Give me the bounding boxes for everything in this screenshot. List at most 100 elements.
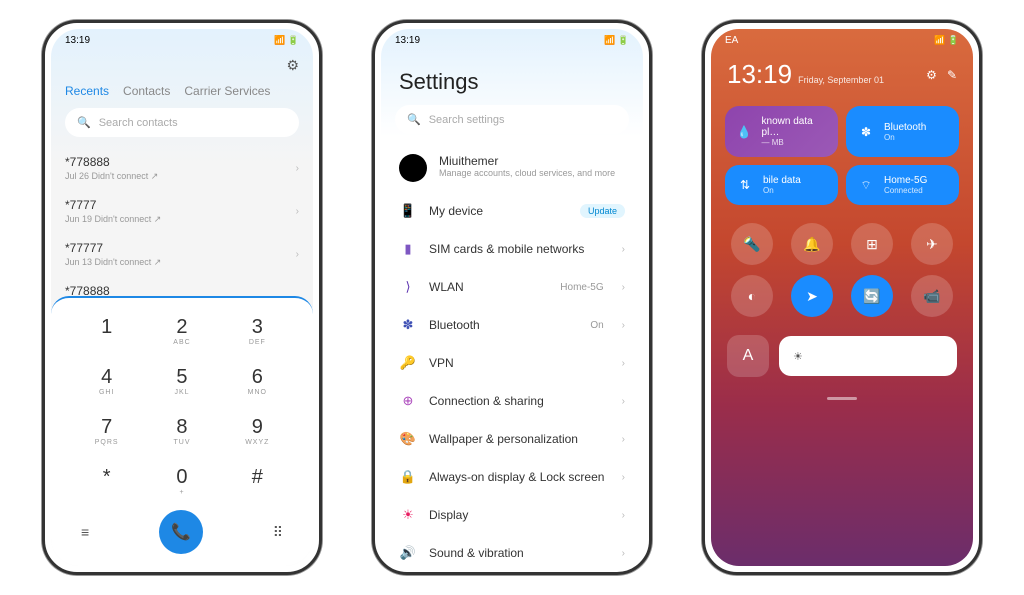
status-bar: 13:19 📶 🔋 — [381, 29, 643, 51]
settings-icon: ✽ — [399, 316, 417, 334]
dialpad-key-4[interactable]: 4GHI — [71, 358, 142, 404]
tile-bluetooth[interactable]: ✽ Bluetooth On — [846, 106, 959, 157]
dialpad-toggle-icon[interactable]: ⠿ — [273, 524, 283, 541]
dialpad-key-*[interactable]: * — [71, 458, 142, 504]
drop-icon: 💧 — [735, 122, 754, 142]
chevron-right-icon[interactable]: › — [296, 163, 299, 174]
cc-header: 13:19 Friday, September 01 ⚙ ✎ — [711, 51, 973, 98]
dialpad-key-5[interactable]: 5JKL — [146, 358, 217, 404]
search-icon: 🔍 — [407, 113, 421, 126]
dialpad-key-9[interactable]: 9WXYZ — [222, 408, 293, 454]
brightness-slider[interactable]: ☀ — [779, 336, 957, 376]
settings-icon: 📱 — [399, 202, 417, 220]
tab-carrier[interactable]: Carrier Services — [184, 84, 270, 98]
data-icon: ⇅ — [735, 175, 755, 195]
menu-icon[interactable]: ≡ — [81, 524, 89, 540]
status-time: 13:19 — [395, 35, 420, 46]
phone-settings: 13:19 📶 🔋 Settings 🔍 Search settings Miu… — [372, 20, 652, 575]
settings-icon: ⊕ — [399, 392, 417, 410]
cc-toggle[interactable]: ⊞ — [851, 223, 893, 265]
dialpad-key-0[interactable]: 0+ — [146, 458, 217, 504]
search-placeholder: Search settings — [429, 114, 505, 126]
status-icons: 📶 🔋 — [274, 35, 299, 46]
cc-toggle[interactable]: 🔦 — [731, 223, 773, 265]
edit-icon[interactable]: ✎ — [947, 68, 957, 82]
dialpad: 12ABC3DEF4GHI5JKL6MNO7PQRS8TUV9WXYZ*0+# … — [51, 296, 313, 566]
profile-item[interactable]: Miuithemer Manage accounts, cloud servic… — [385, 144, 639, 192]
dialpad-key-8[interactable]: 8TUV — [146, 408, 217, 454]
phone-control-center: EA 📶 🔋 13:19 Friday, September 01 ⚙ ✎ 💧 … — [702, 20, 982, 575]
status-bar: EA 📶 🔋 — [711, 29, 973, 51]
call-item[interactable]: *778888 Jul 26 Didn't connect ↗ › — [65, 147, 299, 190]
cc-toggle[interactable]: ◐ — [731, 275, 773, 317]
tab-bar: Recents Contacts Carrier Services — [51, 80, 313, 108]
settings-item[interactable]: ▮SIM cards & mobile networks› — [385, 230, 639, 268]
settings-item[interactable]: 🎨Wallpaper & personalization› — [385, 420, 639, 458]
settings-icon: 🔒 — [399, 468, 417, 486]
settings-item[interactable]: 🔊Sound & vibration› — [385, 534, 639, 566]
cc-toggle[interactable]: 📹 — [911, 275, 953, 317]
status-icons: 📶 🔋 — [934, 35, 959, 46]
call-button[interactable]: 📞 — [159, 510, 203, 554]
avatar — [399, 154, 427, 182]
status-time: 13:19 — [65, 35, 90, 46]
tile-mobile-data[interactable]: ⇅ bile data On — [725, 165, 838, 205]
status-bar: 13:19 📶 🔋 — [51, 29, 313, 51]
carrier-label: EA — [725, 35, 738, 46]
dialpad-key-2[interactable]: 2ABC — [146, 308, 217, 354]
dialpad-key-#[interactable]: # — [222, 458, 293, 504]
phone-dialer: 13:19 📶 🔋 ⚙ Recents Contacts Carrier Ser… — [42, 20, 322, 575]
settings-item[interactable]: ✽BluetoothOn› — [385, 306, 639, 344]
cc-tiles: 💧 known data pl… — MB ✽ Bluetooth On ⇅ b… — [711, 98, 973, 213]
call-item[interactable]: *77777 Jun 13 Didn't connect ↗ › — [65, 233, 299, 276]
search-placeholder: Search contacts — [99, 117, 178, 129]
handle-bar[interactable] — [827, 397, 857, 400]
update-badge: Update — [580, 204, 625, 218]
settings-icon: 🔑 — [399, 354, 417, 372]
chevron-right-icon[interactable]: › — [296, 249, 299, 260]
settings-icon: ☀ — [399, 506, 417, 524]
settings-icon[interactable]: ⚙ — [926, 68, 937, 82]
tile-wifi[interactable]: ⌔ Home-5G Connected — [846, 165, 959, 205]
search-input[interactable]: 🔍 Search settings — [395, 105, 629, 134]
settings-item[interactable]: 📱My deviceUpdate — [385, 192, 639, 230]
tile-data-plan[interactable]: 💧 known data pl… — MB — [725, 106, 838, 157]
page-title: Settings — [381, 51, 643, 105]
settings-item[interactable]: ⊕Connection & sharing› — [385, 382, 639, 420]
cc-toggle[interactable]: ➤ — [791, 275, 833, 317]
auto-brightness-toggle[interactable]: A — [727, 335, 769, 377]
search-input[interactable]: 🔍 Search contacts — [65, 108, 299, 137]
dialpad-key-7[interactable]: 7PQRS — [71, 408, 142, 454]
cc-toggle[interactable]: 🔔 — [791, 223, 833, 265]
chevron-right-icon[interactable]: › — [296, 206, 299, 217]
cc-toggle[interactable]: 🔄 — [851, 275, 893, 317]
settings-icon: 🔊 — [399, 544, 417, 562]
call-item[interactable]: *7777 Jun 19 Didn't connect ↗ › — [65, 190, 299, 233]
status-icons: 📶 🔋 — [604, 35, 629, 46]
sun-icon: ☀ — [793, 350, 803, 363]
settings-item[interactable]: ⟩WLANHome-5G› — [385, 268, 639, 306]
brightness-row: A ☀ — [711, 327, 973, 385]
clock: 13:19 — [727, 59, 792, 90]
settings-icon: 🎨 — [399, 430, 417, 448]
settings-item[interactable]: 🔒Always-on display & Lock screen› — [385, 458, 639, 496]
cc-toggle[interactable]: ✈ — [911, 223, 953, 265]
wifi-icon: ⌔ — [856, 175, 876, 195]
bluetooth-icon: ✽ — [856, 122, 876, 142]
settings-icon: ⟩ — [399, 278, 417, 296]
dialpad-key-1[interactable]: 1 — [71, 308, 142, 354]
settings-icon: ▮ — [399, 240, 417, 258]
settings-item[interactable]: 🔑VPN› — [385, 344, 639, 382]
settings-item[interactable]: ☀Display› — [385, 496, 639, 534]
date-label: Friday, September 01 — [798, 75, 884, 85]
search-icon: 🔍 — [77, 116, 91, 129]
toggle-grid: 🔦 🔔 ⊞ ✈ ◐ ➤ 🔄 📹 — [711, 213, 973, 327]
call-log: *778888 Jul 26 Didn't connect ↗ › *7777 … — [51, 147, 313, 306]
settings-list: Miuithemer Manage accounts, cloud servic… — [381, 144, 643, 566]
phone-icon: 📞 — [171, 522, 191, 542]
tab-contacts[interactable]: Contacts — [123, 84, 170, 98]
tab-recents[interactable]: Recents — [65, 84, 109, 98]
settings-icon[interactable]: ⚙ — [286, 57, 299, 74]
dialpad-key-3[interactable]: 3DEF — [222, 308, 293, 354]
dialpad-key-6[interactable]: 6MNO — [222, 358, 293, 404]
